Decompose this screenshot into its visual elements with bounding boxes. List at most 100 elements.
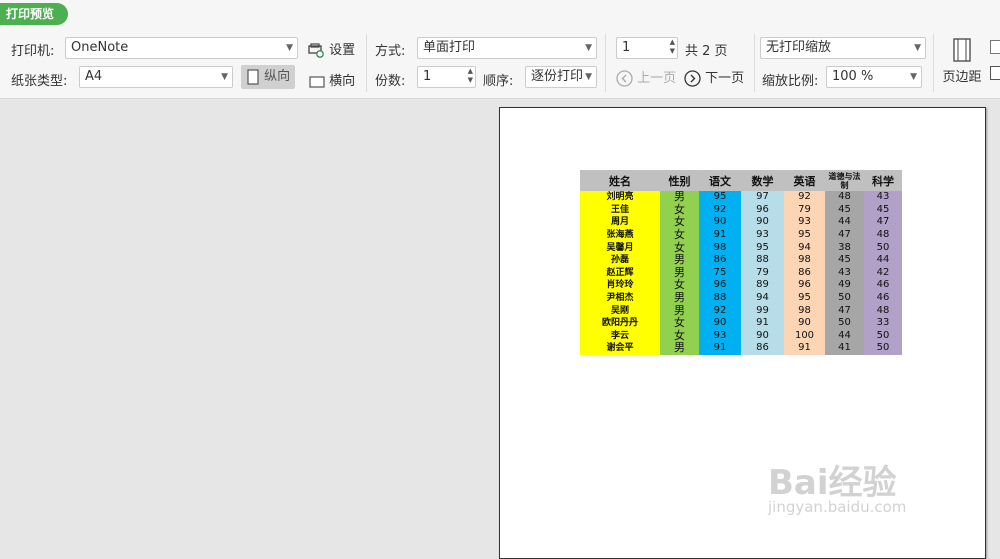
chevron-down-icon: ▼ [914, 43, 921, 53]
stepper-arrows-icon[interactable]: ▲ ▼ [468, 67, 473, 85]
table-cell: 谢会平 [580, 342, 660, 355]
portrait-label: 纵向 [264, 69, 291, 84]
scale-ratio-select[interactable]: 100 % ▼ [826, 66, 922, 88]
printer-settings-button[interactable]: 设置 [307, 39, 355, 59]
more-options-button[interactable] [990, 66, 1000, 84]
chevron-down-icon: ▼ [286, 43, 293, 53]
print-mode-select[interactable]: 单面打印 ▼ [417, 37, 597, 59]
table-row: 吴馨月女 98 95 94 38 50 [580, 241, 902, 254]
landscape-button[interactable]: 横向 [309, 70, 355, 89]
table-cell: 47 [825, 228, 864, 242]
margins-button[interactable]: 页边距 [940, 38, 984, 85]
stepper-arrows-icon[interactable]: ▲ ▼ [670, 38, 675, 56]
table-cell: 47 [864, 216, 902, 229]
table-cell: 91 [699, 342, 741, 355]
arrow-left-circle-icon [616, 70, 633, 87]
toolbar-divider [605, 34, 606, 92]
next-page-button[interactable]: 下一页 [684, 67, 744, 87]
landscape-page-icon [309, 75, 325, 88]
table-cell: 98 [699, 241, 741, 254]
table-cell: 46 [864, 291, 902, 305]
table-cell: 孙磊 [580, 253, 660, 267]
scale-ratio-value: 100 % [832, 69, 874, 84]
table-cell: 79 [784, 203, 825, 217]
toolbar-divider [933, 34, 934, 92]
header-footer-checkbox[interactable] [990, 40, 1000, 58]
table-cell: 50 [864, 329, 902, 343]
table-header-cell: 语文 [699, 170, 741, 191]
table-cell: 96 [741, 203, 784, 217]
table-cell: 肖玲玲 [580, 279, 660, 292]
table-cell: 95 [784, 228, 825, 242]
order-label: 顺序: [483, 74, 514, 89]
table-cell: 92 [699, 304, 741, 317]
printer-select[interactable]: OneNote ▼ [65, 37, 298, 59]
table-header-cell: 性别 [660, 170, 699, 191]
table-cell: 48 [864, 228, 902, 242]
chevron-down-icon: ▼ [910, 72, 917, 82]
table-cell: 41 [825, 342, 864, 355]
table-cell: 50 [825, 316, 864, 330]
table-cell: 48 [864, 304, 902, 317]
table-cell: 45 [825, 203, 864, 217]
table-cell: 100 [784, 329, 825, 343]
table-cell: 98 [784, 253, 825, 267]
toolbar-divider [754, 34, 755, 92]
prev-page-button[interactable]: 上一页 [616, 67, 676, 87]
margins-label: 页边距 [942, 70, 982, 85]
table-cell: 92 [784, 191, 825, 204]
table-cell: 86 [784, 266, 825, 280]
table-cell: 50 [864, 241, 902, 254]
scale-mode-select[interactable]: 无打印缩放 ▼ [760, 37, 926, 59]
table-row: 刘明亮男 95 97 92 48 43 [580, 191, 902, 204]
order-value: 逐份打印 [531, 69, 584, 84]
table-cell: 90 [699, 216, 741, 229]
table-cell: 女 [660, 216, 699, 229]
table-cell: 女 [660, 317, 699, 330]
print-mode-label: 方式: [375, 44, 406, 59]
table-cell: 33 [864, 316, 902, 330]
table-cell: 张海燕 [580, 228, 660, 242]
table-cell: 吴馨月 [580, 241, 660, 254]
order-select[interactable]: 逐份打印 ▼ [525, 66, 597, 88]
table-row: 欧阳丹丹女 90 91 90 50 33 [580, 317, 902, 330]
table-cell: 89 [741, 279, 784, 292]
table-cell: 男 [660, 254, 699, 267]
table-cell: 女 [660, 229, 699, 242]
copies-label: 份数: [375, 74, 406, 89]
table-cell: 93 [741, 228, 784, 242]
table-cell: 男 [660, 342, 699, 355]
table-cell: 43 [864, 191, 902, 204]
table-cell: 98 [784, 304, 825, 317]
chevron-down-icon: ▼ [585, 43, 592, 53]
printer-label: 打印机: [11, 44, 55, 59]
paper-type-select[interactable]: A4 ▼ [79, 66, 233, 88]
print-preview-tab[interactable]: 打印预览 [0, 3, 69, 25]
table-cell: 女 [660, 241, 699, 254]
arrow-right-circle-icon [684, 70, 701, 87]
table-cell: 45 [825, 253, 864, 267]
page-number-stepper[interactable]: 1 ▲ ▼ [616, 37, 678, 59]
table-cell: 93 [699, 329, 741, 343]
table-header-cell: 数学 [741, 170, 784, 191]
table-cell: 91 [741, 316, 784, 330]
table-cell: 周月 [580, 216, 660, 229]
table-row: 吴刚男 92 99 98 47 48 [580, 304, 902, 317]
baidu-watermark: Bai经验 [768, 463, 897, 503]
printer-value: OneNote [71, 40, 129, 55]
table-cell: 75 [699, 266, 741, 280]
table-cell: 95 [741, 241, 784, 254]
paper-type-label: 纸张类型: [11, 74, 68, 89]
copies-stepper[interactable]: 1 ▲ ▼ [417, 66, 476, 88]
prev-page-label: 上一页 [637, 71, 677, 86]
table-cell: 79 [741, 266, 784, 280]
scale-ratio-label: 缩放比例: [762, 74, 819, 89]
table-cell: 尹相杰 [580, 291, 660, 305]
portrait-button[interactable]: 纵向 [241, 65, 295, 89]
table-body: 刘明亮男 95 97 92 48 43 王佳女 92 96 79 45 45 周月女 90 90 93 44 47… [580, 191, 902, 355]
printer-settings-label: 设置 [329, 43, 356, 58]
table-cell: 刘明亮 [580, 191, 660, 204]
paper-type-value: A4 [85, 69, 103, 84]
table-cell: 44 [825, 216, 864, 229]
score-table: 姓名 性别 语文 数学 英语 道德与法制 科学 刘明亮男 95 97 92 48 43 王佳女 92 96 7… [580, 170, 902, 355]
